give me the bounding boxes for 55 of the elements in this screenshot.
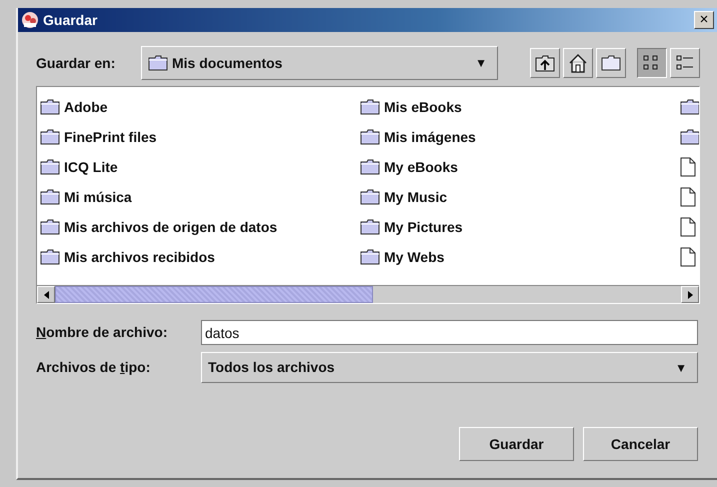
file-item[interactable]: Mi música [40,182,360,212]
app-icon [21,11,39,29]
folder-icon [40,99,60,115]
dialog-button[interactable]: Cancelar [583,427,698,461]
scroll-right-button[interactable] [681,286,699,303]
file-item[interactable]: My Webs [360,242,680,272]
folder-icon [360,99,380,115]
file-type-dropdown[interactable]: Todos los archivos ▼ [201,352,698,383]
window-title: Guardar [43,10,98,30]
file-type-value: Todos los archivos [208,358,335,377]
home-icon [568,53,588,73]
dropdown-arrow-icon: ▼ [675,358,687,376]
file-item[interactable]: My eBooks [360,152,680,182]
file-icon [680,247,696,267]
folder-icon [360,189,380,205]
left-arrow-icon [44,290,48,298]
file-item[interactable]: My Music [360,182,680,212]
file-name-label: Nombre de archivo: [36,323,168,342]
folder-icon [360,219,380,235]
up-folder-icon [535,54,555,72]
file-item[interactable]: Adobe [40,92,360,122]
new-folder-icon [601,55,621,71]
close-button[interactable]: × [694,11,714,29]
folder-icon [360,129,380,145]
file-item[interactable]: Mis archivos de origen de datos [40,212,360,242]
details-view-icon [676,54,694,72]
file-name-field[interactable]: datos [201,320,698,345]
file-item[interactable]: Mis imágenes [360,122,680,152]
folder-icon [40,249,60,265]
file-icon [680,187,696,207]
horizontal-scrollbar[interactable] [37,285,699,303]
file-icon [680,157,696,177]
right-arrow-icon [688,290,692,298]
file-item[interactable]: Mis eBooks [360,92,680,122]
file-item[interactable]: My Pictures [360,212,680,242]
scroll-thumb[interactable] [55,286,373,303]
scroll-left-button[interactable] [37,286,55,303]
file-item[interactable]: FinePrint files [40,122,360,152]
folder-dropdown[interactable]: Mis documentos ▼ [141,46,498,80]
toolbar-button[interactable] [637,48,667,78]
folder-icon [40,129,60,145]
dialog-button[interactable]: Guardar [459,427,574,461]
folder-icon [148,55,168,71]
file-icon [680,217,696,237]
file-item[interactable]: ICQ Lite [40,152,360,182]
folder-icon [40,159,60,175]
folder-icon [360,159,380,175]
dropdown-arrow-icon: ▼ [475,54,487,72]
folder-icon [40,189,60,205]
file-item[interactable]: Mis archivos recibidos [40,242,360,272]
file-type-label: Archivos de tipo: [36,358,152,377]
folder-icon [40,219,60,235]
folder-name: Mis documentos [172,54,282,72]
save-in-label: Guardar en: [36,54,116,72]
folder-icon [360,249,380,265]
